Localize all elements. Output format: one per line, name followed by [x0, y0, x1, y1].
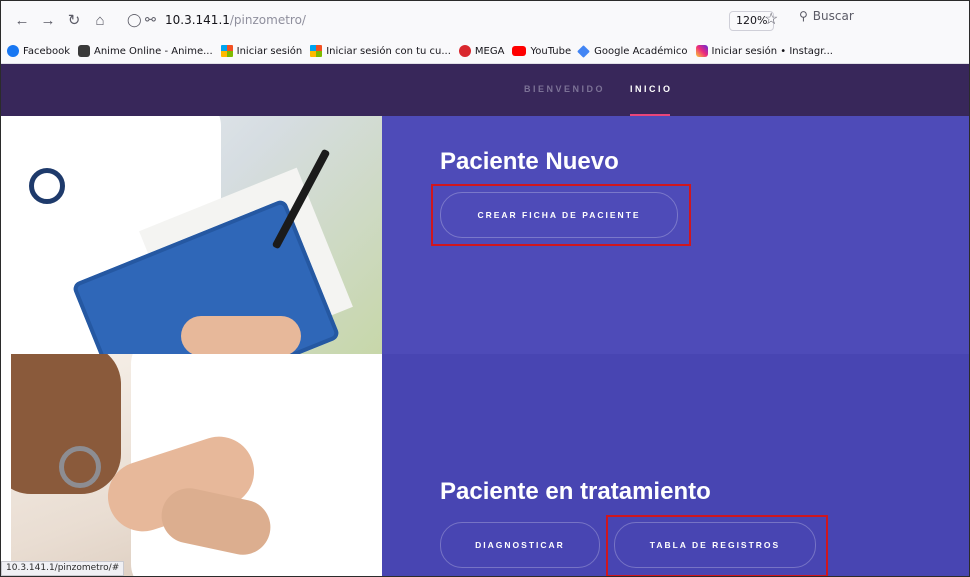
new-patient-section: Paciente Nuevo CREAR FICHA DE PACIENTE: [382, 116, 969, 354]
highlight-box: [431, 184, 691, 246]
bookmarks-bar: Facebook Anime Online - Anime... Iniciar…: [1, 39, 969, 64]
bookmark-facebook[interactable]: Facebook: [7, 45, 70, 57]
bookmark-star-icon[interactable]: ☆: [764, 9, 778, 29]
status-bar-url: 10.3.141.1/pinzometro/#: [1, 561, 125, 576]
doctor-clipboard-image: [11, 116, 382, 354]
treatment-section: Paciente en tratamiento DIAGNOSTICAR TAB…: [382, 354, 969, 576]
url-host: 10.3.141.1: [165, 13, 230, 27]
mega-icon: [458, 45, 471, 57]
youtube-icon: [512, 46, 527, 56]
hand: [181, 316, 301, 354]
treatment-title: Paciente en tratamiento: [440, 478, 711, 505]
site-header: BIENVENIDO INICIO: [1, 64, 969, 116]
stethoscope-icon: [59, 446, 101, 488]
connection-icon[interactable]: ⚯: [145, 13, 165, 28]
forward-icon[interactable]: →: [37, 9, 59, 31]
bookmark-anime-online[interactable]: Anime Online - Anime...: [78, 45, 213, 57]
facebook-icon: [7, 45, 19, 57]
shield-icon[interactable]: ◯: [127, 13, 145, 28]
search-placeholder: Buscar: [812, 9, 854, 23]
new-patient-title: Paciente Nuevo: [440, 148, 619, 175]
instagram-icon: [695, 45, 708, 57]
bookmark-instagram[interactable]: Iniciar sesión • Instagr...: [695, 45, 833, 57]
reload-icon[interactable]: ↻: [63, 9, 85, 31]
search-box[interactable]: ⚲ Buscar: [799, 9, 854, 23]
microsoft-icon: [220, 45, 233, 57]
anime-online-icon: [78, 45, 90, 57]
back-icon[interactable]: ←: [11, 9, 33, 31]
microsoft-icon: [310, 45, 323, 57]
bookmark-youtube[interactable]: YouTube: [512, 46, 571, 57]
google-scholar-icon: [577, 44, 590, 58]
stethoscope-icon: [29, 168, 65, 204]
url-path: /pinzometro/: [229, 13, 306, 27]
nav-bienvenido[interactable]: BIENVENIDO: [524, 84, 605, 94]
bookmark-iniciar-sesion[interactable]: Iniciar sesión: [220, 45, 302, 57]
holding-hands-image: [11, 354, 382, 576]
home-icon[interactable]: ⌂: [89, 9, 111, 31]
bookmark-iniciar-sesion-cuenta[interactable]: Iniciar sesión con tu cu...: [310, 45, 451, 57]
bookmark-google-academico[interactable]: Google Académico: [577, 44, 688, 58]
diagnose-button[interactable]: DIAGNOSTICAR: [440, 522, 600, 568]
nav-inicio[interactable]: INICIO: [630, 84, 673, 94]
bookmark-mega[interactable]: MEGA: [458, 45, 504, 57]
browser-window: ← → ↻ ⌂ ◯ ⚯ 10.3.141.1/pinzometro/ 120% …: [0, 0, 970, 577]
address-bar[interactable]: ◯ ⚯ 10.3.141.1/pinzometro/: [127, 7, 787, 33]
search-icon: ⚲: [799, 9, 808, 23]
highlight-box: [606, 515, 828, 576]
